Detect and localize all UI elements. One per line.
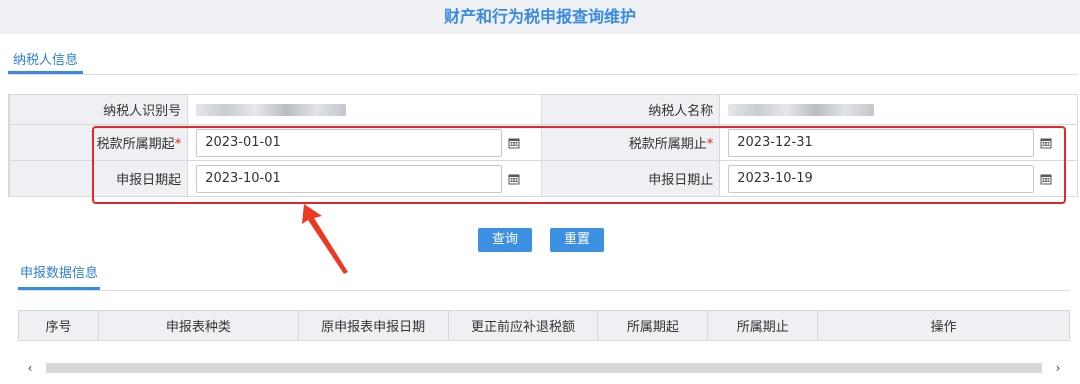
column-header[interactable]: 更正前应补退税额: [447, 310, 599, 341]
tab-divider: [18, 290, 1070, 291]
scroll-right-icon[interactable]: ›: [1050, 360, 1066, 376]
redacted-taxpayer-name: [728, 103, 875, 116]
tab-taxpayer-info[interactable]: 纳税人信息: [8, 52, 84, 74]
column-header[interactable]: 所属期止: [707, 310, 819, 341]
scrollbar-track[interactable]: [46, 363, 1042, 373]
table-header-row: 序号 申报表种类 原申报表申报日期 更正前应补退税额 所属期起 所属期止 操作: [18, 310, 1070, 341]
page-title: 财产和行为税申报查询维护: [0, 0, 1080, 34]
column-header[interactable]: 原申报表申报日期: [297, 310, 449, 341]
annotation-arrow-icon: [302, 204, 348, 274]
tab-filing-data[interactable]: 申报数据信息: [18, 266, 101, 290]
taxpayer-id-label: 纳税人识别号: [8, 94, 189, 125]
data-table: 序号 申报表种类 原申报表申报日期 更正前应补退税额 所属期起 所属期止 操作: [18, 310, 1070, 341]
column-header[interactable]: 序号: [18, 310, 99, 341]
column-header[interactable]: 申报表种类: [97, 310, 299, 341]
taxpayer-name-value: [719, 94, 1078, 125]
scroll-left-icon[interactable]: ‹: [22, 360, 38, 376]
query-button[interactable]: 查询: [478, 228, 532, 252]
horizontal-scrollbar[interactable]: ‹ ›: [18, 360, 1070, 376]
column-header[interactable]: 操作: [817, 310, 1070, 341]
reset-button[interactable]: 重置: [550, 228, 604, 252]
taxpayer-name-label: 纳税人名称: [541, 94, 721, 125]
tab-divider: [8, 74, 1078, 75]
column-header[interactable]: 所属期起: [597, 310, 709, 341]
taxpayer-id-value: [187, 94, 543, 125]
redacted-taxpayer-id: [196, 103, 347, 116]
highlight-box: [92, 126, 1066, 204]
